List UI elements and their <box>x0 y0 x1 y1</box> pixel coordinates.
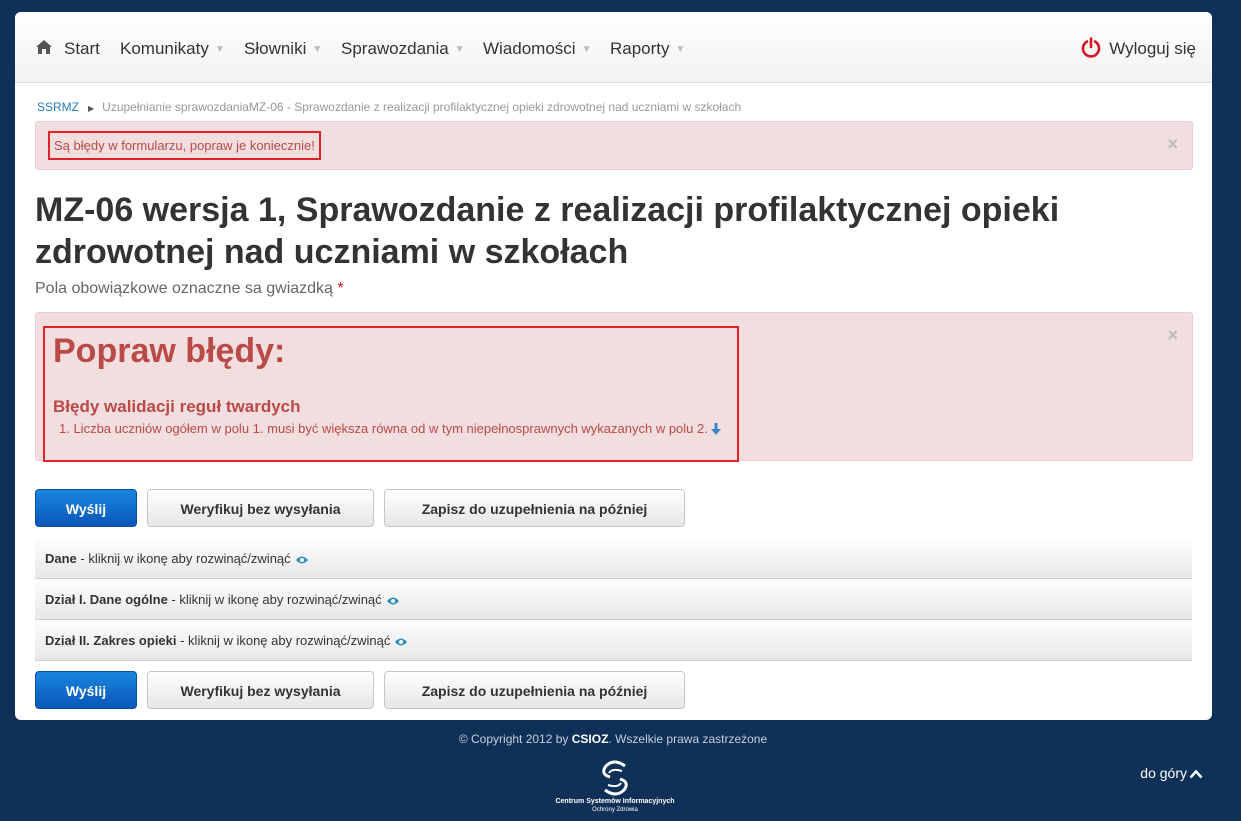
home-icon[interactable] <box>35 39 53 60</box>
errors-heading: Popraw błędy: <box>53 332 286 370</box>
section-title: Dane <box>45 551 77 566</box>
nav-label: Wiadomości <box>483 39 576 58</box>
copyright-org: CSIOZ <box>571 732 609 746</box>
caret-down-icon: ▼ <box>454 44 465 55</box>
nav-wiadomosci[interactable]: Wiadomości ▼ <box>483 39 592 59</box>
main-panel: Start Komunikaty ▼ Słowniki ▼ Sprawozdania… <box>15 12 1212 720</box>
csioz-logo-icon <box>602 760 628 796</box>
eye-icon[interactable] <box>386 594 400 609</box>
section-label: Dział II. Zakres opieki - kliknij w ikon… <box>45 633 408 650</box>
errors-subheading: Błędy walidacji reguł twardych <box>53 397 301 416</box>
close-icon[interactable]: × <box>1167 325 1178 346</box>
nav-label: Raporty <box>610 39 670 58</box>
form-error-message: Są błędy w formularzu, popraw je koniecz… <box>48 131 321 160</box>
section-hint: - kliknij w ikonę aby rozwinąć/zwinąć <box>76 551 291 566</box>
nav-sprawozdania[interactable]: Sprawozdania ▼ <box>341 39 465 59</box>
csioz-logo: Centrum Systemów Informacyjnych Ochrony … <box>540 760 690 820</box>
section-dzial-1[interactable]: Dział I. Dane ogólne - kliknij w ikonę a… <box>35 580 1192 620</box>
validation-errors-alert: Popraw błędy: Błędy walidacji reguł twar… <box>35 312 1193 462</box>
nav-komunikaty[interactable]: Komunikaty ▼ <box>120 39 225 59</box>
nav-label: Sprawozdania <box>341 39 449 58</box>
navbar: Start Komunikaty ▼ Słowniki ▼ Sprawozdania… <box>15 12 1212 83</box>
error-list-item: 1. Liczba uczniów ogółem w polu 1. musi … <box>59 421 721 439</box>
nav-slowniki[interactable]: Słowniki ▼ <box>244 39 322 59</box>
logo-text-line2: Ochrony Zdrowia <box>592 807 638 813</box>
footer-copyright: © Copyright 2012 by CSIOZ. Wszelkie praw… <box>0 732 1226 746</box>
caret-down-icon: ▼ <box>675 44 686 55</box>
section-dzial-2[interactable]: Dział II. Zakres opieki - kliknij w ikon… <box>35 621 1192 661</box>
arrow-down-icon[interactable] <box>710 423 721 439</box>
copyright-suffix: . Wszelkie prawa zastrzeżone <box>608 732 768 746</box>
save-draft-button[interactable]: Zapisz do uzupełnienia na później <box>384 489 685 527</box>
back-to-top-link[interactable]: do góry <box>1140 765 1203 781</box>
eye-icon[interactable] <box>394 635 408 650</box>
section-dane[interactable]: Dane - kliknij w ikonę aby rozwinąć/zwin… <box>35 539 1192 579</box>
nav-label: Słowniki <box>244 39 307 58</box>
section-title: Dział I. Dane ogólne <box>45 592 168 607</box>
logo-text-line1: Centrum Systemów Informacyjnych <box>555 798 675 805</box>
caret-down-icon: ▼ <box>581 44 592 55</box>
send-button-bottom[interactable]: Wyślij <box>35 671 137 709</box>
breadcrumb-separator-icon: ▶ <box>88 104 95 113</box>
close-icon[interactable]: × <box>1167 134 1178 155</box>
error-text: 1. Liczba uczniów ogółem w polu 1. musi … <box>59 421 708 436</box>
to-top-label: do góry <box>1140 765 1187 781</box>
form-error-alert: Są błędy w formularzu, popraw je koniecz… <box>35 121 1193 170</box>
chevron-up-icon <box>1189 769 1203 779</box>
save-draft-button-bottom[interactable]: Zapisz do uzupełnienia na później <box>384 671 685 709</box>
section-title: Dział II. Zakres opieki <box>45 633 177 648</box>
eye-icon[interactable] <box>295 553 309 568</box>
section-label: Dział I. Dane ogólne - kliknij w ikonę a… <box>45 592 400 609</box>
required-star: * <box>337 280 344 297</box>
send-button[interactable]: Wyślij <box>35 489 137 527</box>
caret-down-icon: ▼ <box>312 44 323 55</box>
logout-link[interactable]: Wyloguj się <box>1109 39 1196 59</box>
breadcrumb: SSRMZ ▶ Uzupełnianie sprawozdaniaMZ-06 - S… <box>37 100 741 114</box>
page-title: MZ-06 wersja 1, Sprawozdanie z realizacj… <box>35 191 1060 271</box>
power-icon[interactable] <box>1080 37 1102 64</box>
nav-start[interactable]: Start <box>64 39 100 59</box>
validation-errors-box: Popraw błędy: Błędy walidacji reguł twar… <box>43 326 739 462</box>
copyright-prefix: © Copyright 2012 by <box>458 732 572 746</box>
nav-raporty[interactable]: Raporty ▼ <box>610 39 685 59</box>
section-hint: - kliknij w ikonę aby rozwinąć/zwinąć <box>176 633 391 648</box>
breadcrumb-root[interactable]: SSRMZ <box>37 100 79 114</box>
section-hint: - kliknij w ikonę aby rozwinąć/zwinąć <box>167 592 382 607</box>
verify-button[interactable]: Weryfikuj bez wysyłania <box>147 489 374 527</box>
required-note-text: Pola obowiązkowe oznaczne sa gwiazdką <box>35 280 333 297</box>
breadcrumb-current: Uzupełnianie sprawozdaniaMZ-06 - Sprawoz… <box>102 100 742 114</box>
required-fields-note: Pola obowiązkowe oznaczne sa gwiazdką * <box>35 280 344 298</box>
nav-label: Komunikaty <box>120 39 209 58</box>
section-label: Dane - kliknij w ikonę aby rozwinąć/zwin… <box>45 551 309 568</box>
verify-button-bottom[interactable]: Weryfikuj bez wysyłania <box>147 671 374 709</box>
caret-down-icon: ▼ <box>214 44 225 55</box>
